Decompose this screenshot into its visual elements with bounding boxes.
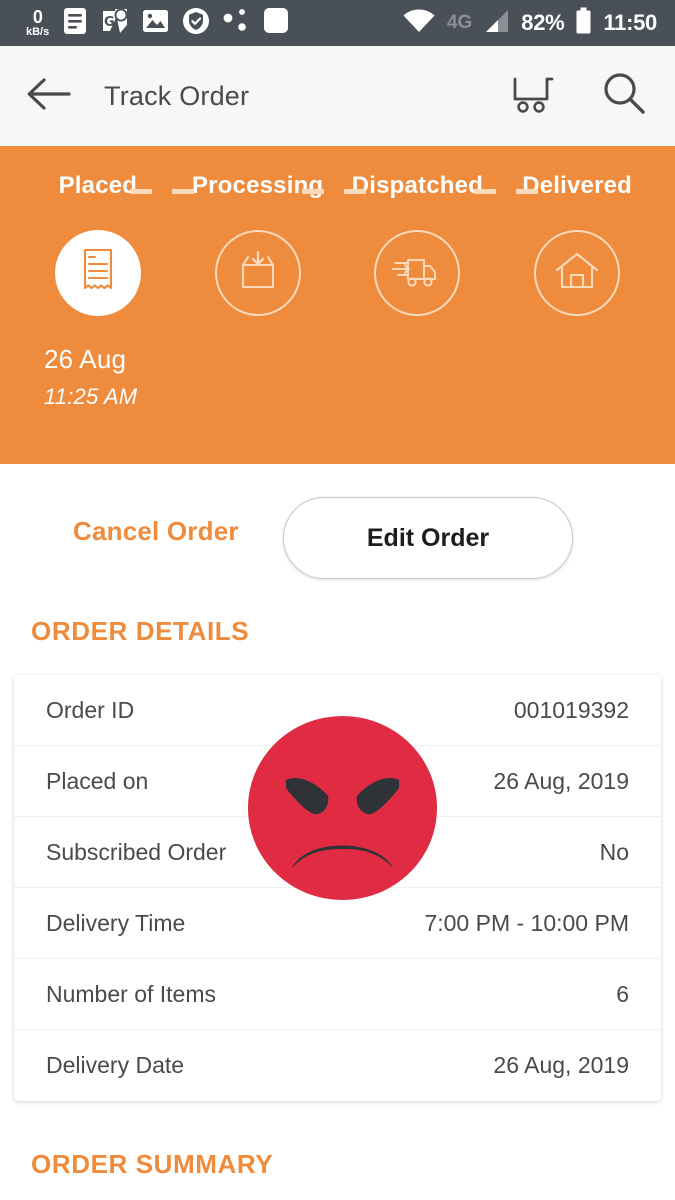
document-icon	[62, 7, 88, 40]
status-bar-left: 0 kB/s G	[14, 7, 402, 40]
package-box-icon	[235, 250, 281, 297]
tracker-step-label: Dispatched	[351, 172, 484, 199]
search-icon[interactable]	[601, 71, 647, 122]
order-details-heading: ORDER DETAILS	[31, 616, 250, 646]
tracker-step-dispatched: Dispatched	[338, 172, 498, 200]
order-actions: Cancel Order Edit Order	[0, 464, 675, 604]
row-key: Delivery Date	[46, 1052, 185, 1078]
tracker-step-label: Placed	[58, 172, 138, 199]
tracker-node-circle	[214, 230, 301, 316]
tracker-connector-3	[474, 189, 554, 194]
tracker-node-circle	[534, 230, 621, 316]
row-key: Delivery Time	[46, 909, 186, 936]
tracker-node-circle	[374, 230, 461, 316]
back-arrow-icon[interactable]	[26, 75, 72, 118]
tracker-connector-1	[130, 189, 210, 194]
order-progress-tracker: Placed Processing Dispatched Delivered 2…	[0, 146, 675, 464]
share-nodes-icon	[223, 7, 249, 40]
tracker-node-placed	[18, 230, 178, 316]
shopping-cart-icon[interactable]	[509, 72, 557, 121]
shield-check-icon	[182, 7, 210, 40]
tracker-node-delivered	[497, 230, 657, 316]
placed-date-label: 26 Aug	[44, 344, 127, 374]
status-bar-right: 4G 82% 11:50	[402, 7, 661, 40]
row-key: Subscribed Order	[46, 838, 227, 865]
tracker-step-labels: Placed Processing Dispatched Delivered	[0, 172, 675, 200]
row-value: 6	[616, 980, 629, 1007]
row-value: 26 Aug, 2019	[493, 767, 629, 794]
gallery-icon	[142, 8, 169, 39]
network-type-label: 4G	[446, 12, 473, 33]
network-speed-unit: kB/s	[26, 26, 50, 38]
svg-text:G: G	[104, 15, 115, 30]
row-value: 7:00 PM - 10:00 PM	[424, 909, 629, 936]
angry-face-emoji	[248, 716, 437, 900]
network-speed-indicator: 0 kB/s	[26, 8, 49, 38]
receipt-icon	[78, 248, 118, 299]
status-bar: 0 kB/s G 4G 82% 11:50	[0, 0, 675, 46]
order-summary-heading: ORDER SUMMARY	[31, 1149, 274, 1179]
app-bar: Track Order	[0, 46, 675, 146]
placed-time-label: 11:25 AM	[44, 384, 138, 409]
tracker-connector-2	[302, 189, 382, 194]
row-value: 001019392	[513, 696, 629, 723]
tracker-step-delivered: Delivered	[497, 172, 657, 200]
tracker-step-processing: Processing	[178, 172, 338, 200]
tracker-step-label: Processing	[191, 172, 324, 199]
tracker-step-placed: Placed	[18, 172, 178, 200]
delivery-truck-icon	[392, 252, 442, 295]
row-key: Placed on	[46, 767, 149, 794]
clock-label: 11:50	[603, 10, 657, 35]
cancel-order-button[interactable]: Cancel Order	[73, 516, 239, 547]
tracker-node-processing	[178, 230, 338, 316]
wifi-icon	[402, 8, 436, 39]
row-value: No	[599, 838, 629, 865]
tracker-step-nodes	[0, 189, 675, 316]
edit-order-button[interactable]: Edit Order	[283, 497, 573, 579]
signal-bars-icon	[483, 8, 510, 39]
row-key: Order ID	[46, 696, 135, 723]
row-value: 26 Aug, 2019	[493, 1052, 629, 1078]
maps-pin-icon: G	[101, 7, 129, 40]
app-square-icon	[262, 7, 290, 40]
home-icon	[554, 250, 600, 297]
battery-percent-label: 82%	[521, 10, 565, 35]
table-row: Delivery Date 26 Aug, 2019	[14, 1030, 661, 1101]
page-title: Track Order	[104, 80, 250, 111]
placed-timestamp: 26 Aug 11:25 AM	[44, 344, 137, 410]
table-row: Number of Items 6	[14, 959, 661, 1030]
tracker-step-label: Delivered	[522, 172, 633, 199]
tracker-node-circle-active	[54, 230, 141, 316]
app-bar-actions	[509, 71, 647, 122]
tracker-node-dispatched	[338, 230, 498, 316]
battery-icon	[575, 7, 592, 40]
network-speed-value: 0	[32, 7, 43, 27]
row-key: Number of Items	[46, 980, 216, 1007]
